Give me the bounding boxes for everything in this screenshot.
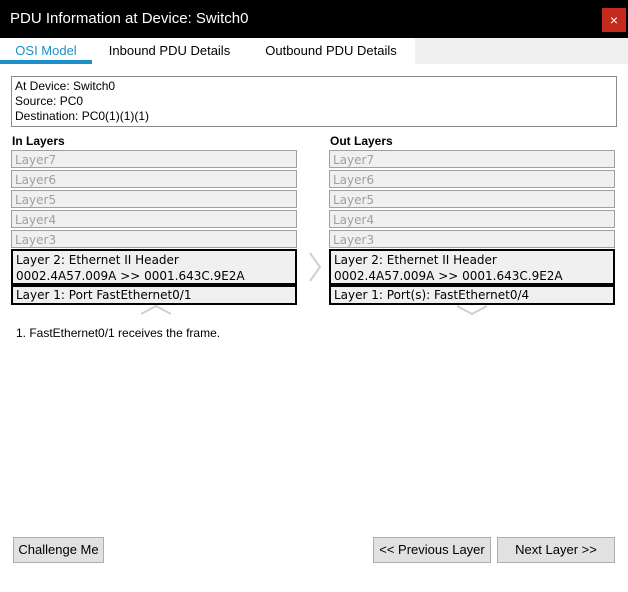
active-tab-indicator: [0, 60, 92, 64]
close-button[interactable]: ×: [602, 8, 626, 32]
out-layers-heading: Out Layers: [330, 134, 393, 148]
next-layer-button[interactable]: Next Layer >>: [497, 537, 615, 563]
in-layer-5[interactable]: Layer5: [11, 190, 297, 208]
out-layer-5[interactable]: Layer5: [329, 190, 615, 208]
layer-description: 1. FastEthernet0/1 receives the frame.: [16, 326, 221, 340]
out-layer-2-title: Layer 2: Ethernet II Header: [334, 253, 497, 267]
out-layer-2-addresses: 0002.4A57.009A >> 0001.643C.9E2A: [334, 269, 563, 283]
in-layer-1[interactable]: Layer 1: Port FastEthernet0/1: [11, 285, 297, 305]
out-layer-3[interactable]: Layer3: [329, 230, 615, 248]
tab-inbound-label: Inbound PDU Details: [108, 43, 231, 58]
in-layer-2[interactable]: Layer 2: Ethernet II Header 0002.4A57.00…: [11, 249, 297, 285]
in-layers-heading: In Layers: [12, 134, 65, 148]
chevron-down-icon: [456, 305, 488, 315]
in-layer-7[interactable]: Layer7: [11, 150, 297, 168]
out-layer-1[interactable]: Layer 1: Port(s): FastEthernet0/4: [329, 285, 615, 305]
in-layer-6[interactable]: Layer6: [11, 170, 297, 188]
in-layer-2-title: Layer 2: Ethernet II Header: [16, 253, 179, 267]
tab-bar: OSI Model Inbound PDU Details Outbound P…: [0, 38, 628, 64]
out-layer-4[interactable]: Layer4: [329, 210, 615, 228]
tab-inbound-pdu-details[interactable]: Inbound PDU Details: [92, 38, 247, 64]
tab-outbound-pdu-details[interactable]: Outbound PDU Details: [247, 38, 415, 64]
device-info-box: At Device: Switch0 Source: PC0 Destinati…: [11, 76, 617, 127]
previous-layer-button[interactable]: << Previous Layer: [373, 537, 491, 563]
window-title: PDU Information at Device: Switch0: [10, 10, 249, 27]
chevron-right-icon: [309, 252, 322, 282]
tab-osi-model-label: OSI Model: [15, 43, 77, 58]
out-layer-2[interactable]: Layer 2: Ethernet II Header 0002.4A57.00…: [329, 249, 615, 285]
challenge-me-button[interactable]: Challenge Me: [13, 537, 104, 563]
in-layer-2-addresses: 0002.4A57.009A >> 0001.643C.9E2A: [16, 269, 245, 283]
out-layer-6[interactable]: Layer6: [329, 170, 615, 188]
in-layer-4[interactable]: Layer4: [11, 210, 297, 228]
destination-label: Destination: PC0(1)(1)(1): [15, 109, 150, 123]
device-label: At Device: Switch0: [15, 79, 116, 93]
chevron-up-icon: [140, 305, 172, 315]
title-bar: PDU Information at Device: Switch0 ×: [0, 0, 628, 38]
in-layer-3[interactable]: Layer3: [11, 230, 297, 248]
tab-outbound-label: Outbound PDU Details: [265, 43, 397, 58]
source-label: Source: PC0: [15, 94, 84, 108]
out-layer-7[interactable]: Layer7: [329, 150, 615, 168]
close-icon: ×: [609, 12, 619, 28]
